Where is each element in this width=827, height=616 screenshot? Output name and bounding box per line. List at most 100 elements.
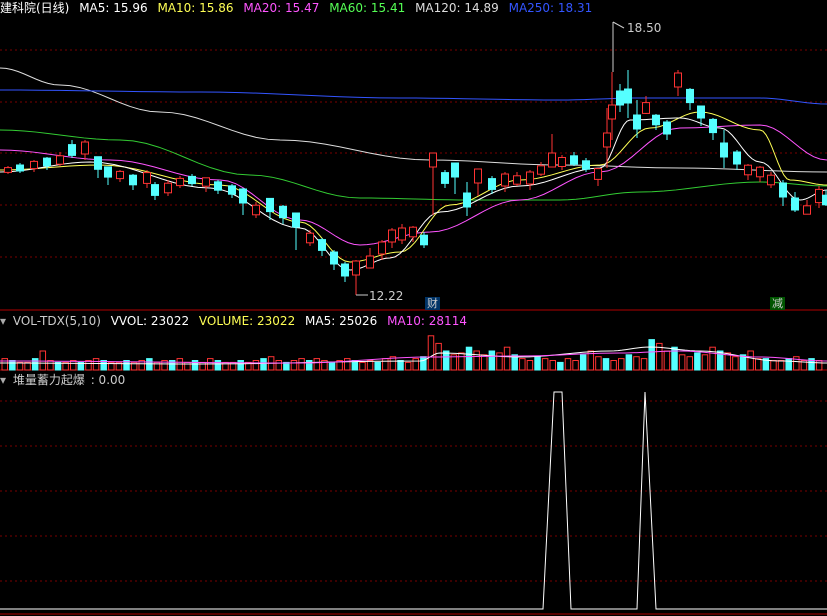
volume-bar [694,352,701,371]
volume-bar [39,350,47,371]
reduce-badge[interactable]: 减 [770,297,785,310]
candle-body [398,227,406,241]
candle-body [744,164,752,176]
vvol-readout: VVOL: 23022 [110,314,190,328]
candle-body [526,171,534,185]
volume-bar [526,360,534,371]
candle-body [129,174,137,186]
volume-bar [815,360,823,371]
collapse-icon[interactable]: ▾ [0,373,6,387]
ma5-line [0,117,827,271]
signal-value: : 0.00 [90,373,126,387]
candle-body [733,151,741,165]
candle-body [697,105,705,119]
candle-body [330,251,338,265]
candle-body [603,132,611,148]
candle-body [30,160,38,170]
chart-title: 建科院(日线) [0,1,70,15]
candle-body [756,166,764,178]
candle-body [674,72,682,88]
candle-body [352,260,360,276]
candle-body [779,182,787,198]
volume-bar [557,361,564,371]
volume-bar [488,350,496,371]
collapse-icon[interactable]: ▾ [0,314,6,328]
vol-ma10-readout: MA10: 28114 [387,314,467,328]
volume-bar [610,360,617,371]
candle-body [624,88,632,104]
volume-bar [70,360,77,371]
candle-body [266,197,274,213]
candle-body [164,182,172,194]
volume-bar [519,358,526,371]
volume-bar [602,358,610,371]
candle-body [652,114,660,126]
volume-bar [252,360,260,371]
volume-bar [412,358,419,371]
volume-header: ▾ VOL-TDX(5,10) VVOL: 23022 VOLUME: 2302… [0,313,473,329]
volume-readout: VOLUME: 23022 [198,314,296,328]
candle-body [570,155,578,165]
candle-body [4,167,12,173]
volume-bar [397,360,404,371]
candle-body [686,88,694,104]
high-price-label: 18.50 [627,21,661,35]
candle-body [366,255,374,269]
candle-body [429,152,437,168]
candle-body [228,185,236,195]
volume-bar [298,358,305,371]
finance-badge[interactable]: 财 [425,297,440,310]
volume-bar [382,358,389,371]
ma120-readout: MA120: 14.89 [415,1,499,15]
volume-bar [785,358,792,371]
volume-bar [732,356,739,371]
volume-bar [686,356,693,371]
candle-body [633,114,641,130]
candle-body [292,212,300,228]
candle-body [239,188,247,204]
volume-bar [328,361,336,371]
candle-body [252,204,260,216]
candle-body [214,181,222,191]
signal-line [0,391,827,610]
volume-bar [85,360,92,371]
volume-bar [47,360,54,371]
candle-body [388,229,396,243]
candle-body [488,178,496,190]
candle-body [202,177,210,187]
price-pane[interactable]: 18.50 12.22 建科院(日线) MA5: 15.96 MA10: 15.8… [0,0,827,311]
ma60-line [0,129,827,201]
candle-body [474,168,482,184]
volume-bar [420,356,427,371]
candle-body [720,142,728,158]
candle-body [463,192,471,208]
candle-body [594,168,602,180]
candle-body [81,141,89,155]
candle-body [104,166,112,178]
low-price-label: 12.22 [369,289,403,303]
volume-bar [366,360,374,371]
ma5-readout: MA5: 15.96 [79,1,148,15]
volume-bar [305,360,313,371]
candle-body [318,239,326,251]
volume-bar [481,354,488,371]
candle-body [116,170,124,180]
volume-bar [579,354,587,371]
volume-bar [214,360,222,371]
volume-bar [1,358,8,371]
candle-body [822,194,827,206]
volume-bar [404,361,412,371]
volume-bar [283,361,290,371]
candle-body [341,263,349,277]
volume-pane[interactable]: ▾ VOL-TDX(5,10) VVOL: 23022 VOLUME: 2302… [0,311,827,371]
candle-body [803,205,811,215]
volume-bar [618,358,625,371]
ma10-readout: MA10: 15.86 [157,1,234,15]
volume-bar [572,360,579,371]
volume-bar [442,350,450,371]
volume-bar [92,358,100,371]
candle-body [767,174,775,186]
price-chart: 18.50 12.22 [0,21,827,311]
volume-bar [503,346,511,371]
signal-pane[interactable]: ▾ 堆量蓄力起爆 : 0.00 [0,371,827,616]
